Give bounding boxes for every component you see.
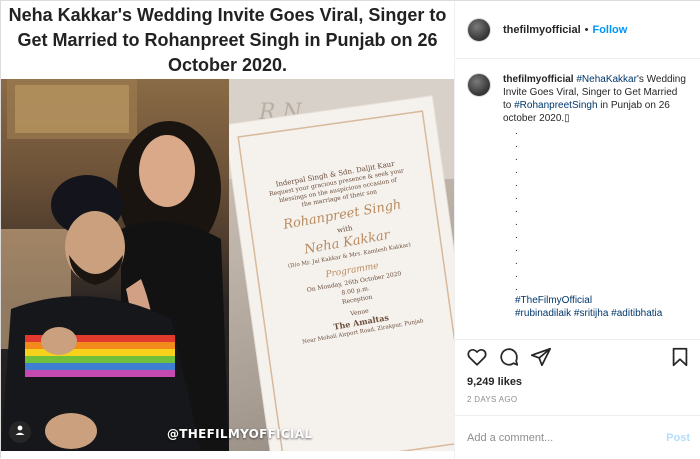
caption-dot: . bbox=[515, 256, 518, 267]
user-tag-button[interactable] bbox=[9, 421, 31, 443]
caption-dot: . bbox=[515, 269, 518, 280]
action-bar bbox=[455, 339, 700, 379]
post-date[interactable]: 2 DAYS AGO bbox=[467, 395, 517, 404]
headline-text: Neha Kakkar's Wedding Invite Goes Viral,… bbox=[8, 4, 447, 75]
caption-tags: #TheFilmyOfficial #rubinadilaik #sritijh… bbox=[515, 294, 690, 320]
caption-dot: . bbox=[515, 152, 518, 163]
likes-count[interactable]: 9,249 likes bbox=[467, 376, 522, 388]
post-sidebar: thefilmyofficial • Follow thefilmyoffici… bbox=[454, 1, 700, 459]
hashtag-line[interactable]: #rubinadilaik #sritijha #aditibhatia bbox=[515, 307, 690, 320]
caption-dot: . bbox=[515, 230, 518, 241]
share-button[interactable] bbox=[529, 346, 553, 373]
caption-dot: . bbox=[515, 282, 518, 293]
hashtag-thefilmyofficial[interactable]: #TheFilmyOfficial bbox=[515, 294, 690, 307]
save-button[interactable] bbox=[668, 346, 692, 373]
follow-button[interactable]: Follow bbox=[592, 24, 627, 36]
post-media[interactable]: Neha Kakkar's Wedding Invite Goes Viral,… bbox=[1, 1, 454, 459]
caption-dot: . bbox=[515, 204, 518, 215]
like-button[interactable] bbox=[465, 348, 489, 372]
caption-hashtag-rohanpreetsingh[interactable]: #RohanpreetSingh bbox=[514, 100, 597, 111]
invitation-text-block: Inderpal Singh & Sdn. Daljit Kaur Reques… bbox=[236, 153, 454, 353]
caption-row: thefilmyofficial #NehaKakkar's Wedding I… bbox=[467, 73, 690, 125]
comment-icon bbox=[498, 346, 520, 373]
heart-icon bbox=[466, 346, 488, 373]
caption-dot: . bbox=[515, 178, 518, 189]
avatar[interactable] bbox=[467, 17, 491, 42]
caption-dot: . bbox=[515, 165, 518, 176]
caption-dot: . bbox=[515, 191, 518, 202]
caption-dot: . bbox=[515, 126, 518, 137]
header-separator: • bbox=[584, 23, 589, 36]
caption-username[interactable]: thefilmyofficial bbox=[503, 74, 574, 85]
instagram-post: Neha Kakkar's Wedding Invite Goes Viral,… bbox=[0, 0, 700, 459]
caption-area: thefilmyofficial #NehaKakkar's Wedding I… bbox=[455, 59, 700, 339]
caption-dot: . bbox=[515, 243, 518, 254]
header-username[interactable]: thefilmyofficial bbox=[503, 24, 581, 36]
user-tag-icon bbox=[14, 423, 26, 441]
watermark-text: @THEFILMYOFFICIAL bbox=[167, 427, 313, 441]
post-comment-button[interactable]: Post bbox=[666, 432, 690, 444]
comment-input[interactable] bbox=[467, 431, 667, 444]
couple-photo bbox=[1, 79, 229, 451]
comment-bar: Post bbox=[455, 415, 700, 459]
post-header: thefilmyofficial • Follow bbox=[455, 1, 700, 59]
caption-dot: . bbox=[515, 139, 518, 150]
caption-text: thefilmyofficial #NehaKakkar's Wedding I… bbox=[503, 73, 688, 125]
caption-emoji: ▯ bbox=[564, 113, 570, 124]
comment-button[interactable] bbox=[497, 348, 521, 372]
caption-dots: . . . . . . . . . . . . . bbox=[515, 125, 690, 294]
caption-hashtag-nehakakkar[interactable]: #NehaKakkar bbox=[576, 74, 637, 85]
share-icon bbox=[530, 346, 552, 373]
caption-avatar[interactable] bbox=[467, 73, 491, 97]
post-headline: Neha Kakkar's Wedding Invite Goes Viral,… bbox=[1, 1, 454, 79]
bookmark-icon bbox=[669, 346, 691, 373]
caption-dot: . bbox=[515, 217, 518, 228]
couple-illustration bbox=[1, 79, 229, 451]
invitation-photo: R N Inderpal Singh & Sdn. Daljit Kaur Re… bbox=[229, 79, 454, 451]
